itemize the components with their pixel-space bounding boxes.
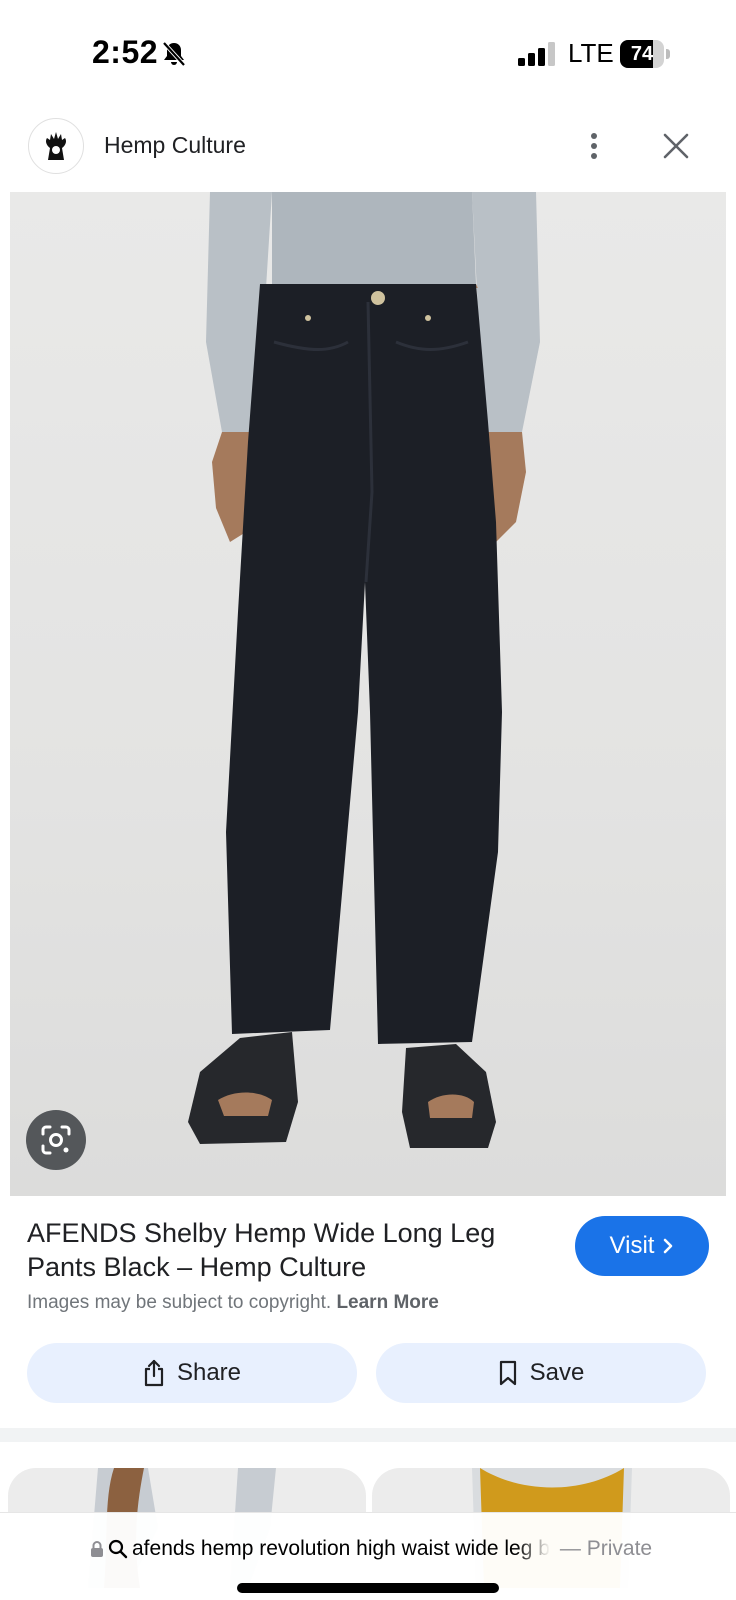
lens-icon (41, 1125, 71, 1155)
browser-url-bar[interactable]: afends hemp revolution high waist wide l… (0, 1512, 736, 1600)
share-icon (144, 1359, 164, 1387)
share-label: Share (176, 1359, 242, 1386)
copyright-notice: Images may be subject to copyright. Lear… (27, 1292, 439, 1314)
save-button[interactable]: Save (376, 1343, 706, 1403)
url-field[interactable]: afends hemp revolution high waist wide l… (90, 1533, 690, 1565)
network-label: LTE (568, 38, 614, 68)
site-logo-icon[interactable] (28, 118, 84, 174)
save-label: Save (529, 1359, 585, 1386)
result-header: Hemp Culture (0, 108, 736, 192)
bookmark-icon (499, 1360, 516, 1386)
battery-icon: 74 (620, 40, 670, 68)
result-title[interactable]: AFENDS Shelby Hemp Wide Long Leg Pants B… (27, 1216, 557, 1284)
private-label: — Private (559, 1537, 653, 1560)
share-button[interactable]: Share (27, 1343, 357, 1403)
close-icon[interactable] (656, 124, 696, 168)
lens-search-button[interactable] (26, 1110, 86, 1170)
visit-button[interactable]: Visit (575, 1216, 709, 1276)
battery-level: 74 (630, 43, 654, 65)
copyright-text: Images may be subject to copyright. (27, 1292, 332, 1313)
search-query: afends hemp revolution high waist wide l… (132, 1537, 550, 1560)
home-indicator[interactable] (237, 1583, 499, 1593)
site-name[interactable]: Hemp Culture (104, 132, 246, 159)
bell-muted-icon (160, 40, 188, 68)
search-icon (108, 1539, 128, 1559)
lock-icon (91, 1541, 103, 1557)
section-divider (0, 1428, 736, 1442)
status-bar: 2:52 LTE 74 (0, 0, 736, 108)
product-image[interactable] (10, 192, 726, 1196)
visit-label: Visit (609, 1232, 655, 1259)
learn-more-link[interactable]: Learn More (336, 1292, 438, 1313)
more-vert-icon[interactable] (576, 124, 612, 168)
status-time: 2:52 (92, 34, 159, 70)
chevron-right-icon (664, 1238, 673, 1254)
signal-icon (518, 42, 556, 66)
